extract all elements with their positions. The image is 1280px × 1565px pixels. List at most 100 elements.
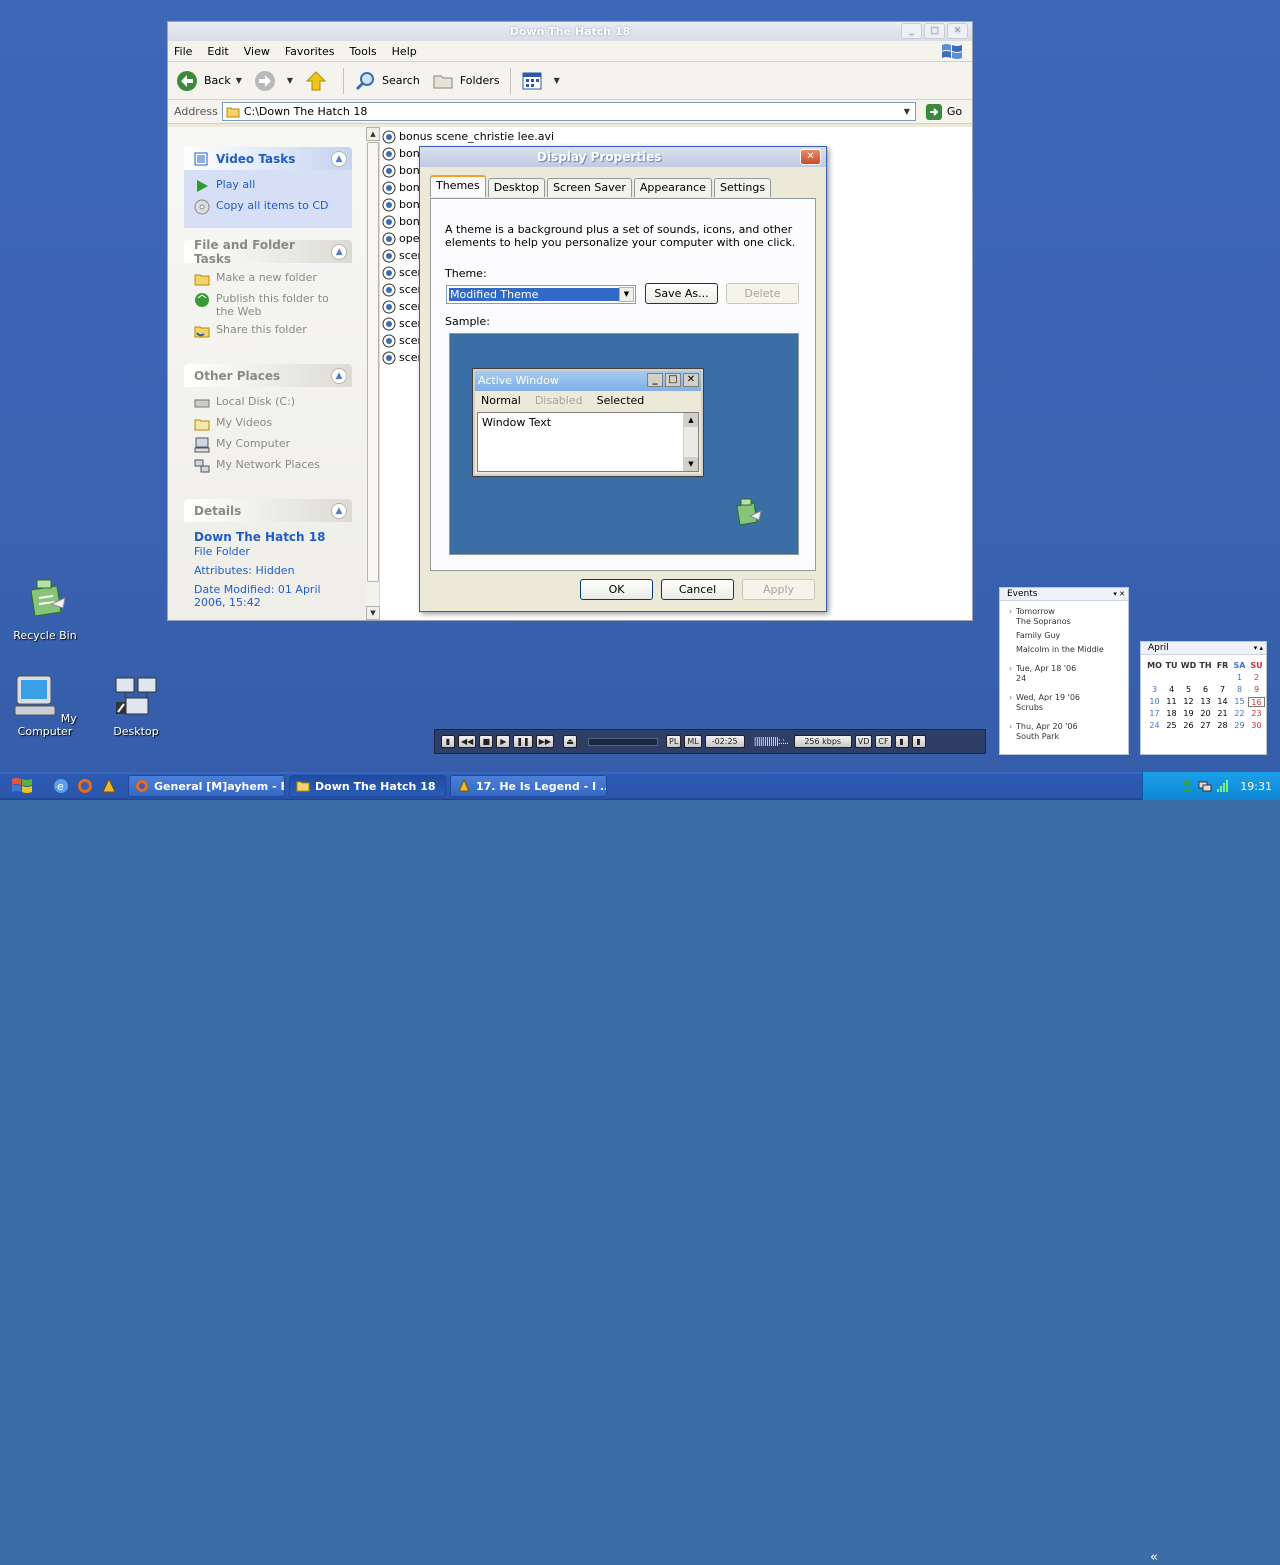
my-videos-link[interactable]: My Videos [194,416,346,432]
views-button[interactable]: ▼ [521,70,560,92]
copy-to-cd-link[interactable]: Copy all items to CD [194,199,346,215]
event-group[interactable]: › Thu, Apr 20 '06 South Park [1000,722,1128,742]
explorer-titlebar[interactable]: Down The Hatch 18 _ □ ✕ [168,22,972,41]
publish-folder-link[interactable]: Publish this folder to the Web [194,292,346,318]
taskbar-clock[interactable]: 19:31 [1240,780,1272,793]
player-menu-button[interactable]: ▮ [441,735,455,748]
calendar-day[interactable]: 19 [1180,709,1197,719]
my-computer-shortcut[interactable]: My Computer [5,674,85,738]
go-button[interactable]: Go [925,103,962,120]
calendar-day[interactable]: 29 [1231,721,1248,731]
config-button[interactable]: CF [875,735,892,748]
menu-edit[interactable]: Edit [207,45,228,58]
tab-screen-saver[interactable]: Screen Saver [547,178,632,197]
up-button[interactable] [305,70,333,92]
play-icon[interactable]: ▶ [496,735,511,748]
back-dropdown-icon[interactable]: ▼ [236,76,242,85]
menu-file[interactable]: File [174,45,192,58]
firefox-icon[interactable] [76,777,94,795]
theme-select[interactable]: Modified Theme ▼ [446,285,636,304]
maximize-button[interactable]: □ [924,23,945,39]
start-button[interactable] [0,772,44,800]
time-display[interactable]: -02:25 [704,735,745,748]
calendar-day[interactable]: 20 [1197,709,1214,719]
wireless-signal-icon[interactable] [1216,779,1230,793]
menu-tools[interactable]: Tools [350,45,377,58]
calendar-day[interactable]: 22 [1231,709,1248,719]
theme-dropdown-icon[interactable]: ▼ [619,287,634,302]
search-button[interactable]: Search [354,70,420,92]
display-properties-dialog[interactable]: Display Properties ✕ Themes Desktop Scre… [419,146,827,612]
tab-settings[interactable]: Settings [713,178,772,197]
file-folder-tasks-header[interactable]: File and Folder Tasks ▲ [184,238,352,266]
dialog-close-button[interactable]: ✕ [800,149,821,165]
details-header[interactable]: Details ▲ [184,499,352,522]
save-as-button[interactable]: Save As... [645,283,718,304]
ok-button[interactable]: OK [580,579,653,600]
pause-icon[interactable]: ❚❚ [513,735,533,748]
taskbar-button-explorer[interactable]: Down The Hatch 18 [289,775,446,797]
forward-dropdown-icon[interactable]: ▼ [287,76,293,85]
menu-favorites[interactable]: Favorites [285,45,335,58]
video-tasks-header[interactable]: Video Tasks ▲ [184,147,352,170]
scroll-down-icon[interactable]: ▼ [366,606,380,620]
calendar-day[interactable]: 26 [1180,721,1197,731]
messenger-icon[interactable] [1180,779,1194,793]
events-controls-icon[interactable]: ▾ ✕ [1113,588,1125,600]
recycle-bin-shortcut[interactable]: Recycle Bin [5,578,85,642]
minimize-button[interactable]: _ [901,23,922,39]
collapse-chevron-icon[interactable]: ▲ [331,367,347,384]
calendar-day[interactable]: 21 [1214,709,1231,719]
collapse-chevron-icon[interactable]: ▲ [331,150,347,167]
my-network-places-link[interactable]: My Network Places [194,458,346,474]
winamp-icon[interactable] [100,777,118,795]
calendar-day[interactable]: 14 [1214,697,1231,707]
address-dropdown-icon[interactable]: ▼ [899,103,915,120]
local-disk-link[interactable]: Local Disk (C:) [194,395,346,411]
tab-themes[interactable]: Themes [430,175,486,197]
calendar-day[interactable]: 18 [1163,709,1180,719]
collapse-chevron-icon[interactable]: ▲ [331,502,347,519]
next-track-icon[interactable]: ▶▶ [535,735,555,748]
play-all-link[interactable]: Play all [194,178,346,194]
calendar-day[interactable]: 7 [1214,685,1231,695]
address-input[interactable]: C:\Down The Hatch 18 ▼ [221,102,916,121]
folders-button[interactable]: Folders [432,70,500,92]
playlist-button[interactable]: PL [666,735,682,748]
other-places-header[interactable]: Other Places ▲ [184,364,352,387]
dialog-titlebar[interactable]: Display Properties ✕ [420,147,826,167]
eject-icon[interactable]: ⏏ [563,735,578,748]
tray-expand-icon[interactable]: « [1150,1550,1158,1565]
player-minimize-icon[interactable]: ▮ [894,735,909,748]
media-library-button[interactable]: ML [684,735,702,748]
ie-icon[interactable]: e [52,777,70,795]
calendar-day[interactable]: 16 [1248,697,1265,707]
calendar-day[interactable]: 10 [1146,697,1163,707]
collapse-chevron-icon[interactable]: ▲ [331,243,347,260]
calendar-day[interactable]: 17 [1146,709,1163,719]
cancel-button[interactable]: Cancel [661,579,734,600]
seek-bar[interactable] [588,737,659,746]
calendar-day[interactable]: 3 [1146,685,1163,695]
my-computer-link[interactable]: My Computer [194,437,346,453]
calendar-day[interactable]: 6 [1197,685,1214,695]
taskbar-button-winamp[interactable]: 17. He Is Legend - I ... [450,775,607,797]
calendar-day[interactable]: 4 [1163,685,1180,695]
file-list-item[interactable]: bonus scene_christie lee.avi [382,128,554,145]
network-tray-icon[interactable] [1198,779,1212,793]
bitrate-display[interactable]: 256 kbps [793,735,852,748]
calendar-day[interactable]: 5 [1180,685,1197,695]
scroll-thumb[interactable] [367,142,379,582]
views-dropdown-icon[interactable]: ▼ [554,76,560,85]
calendar-day[interactable]: 30 [1248,721,1265,731]
calendar-day[interactable]: 12 [1180,697,1197,707]
video-button[interactable]: VD [854,735,873,748]
player-close-icon[interactable]: ▮ [911,735,926,748]
file-list-scrollbar[interactable]: ▲ ▼ [366,127,380,620]
calendar-day[interactable]: 9 [1248,685,1265,695]
calendar-controls-icon[interactable]: ▾ ▴ [1254,642,1263,654]
calendar-day[interactable]: 2 [1248,673,1265,683]
calendar-day[interactable]: 13 [1197,697,1214,707]
back-button[interactable]: Back ▼ [176,70,242,92]
menu-help[interactable]: Help [392,45,417,58]
